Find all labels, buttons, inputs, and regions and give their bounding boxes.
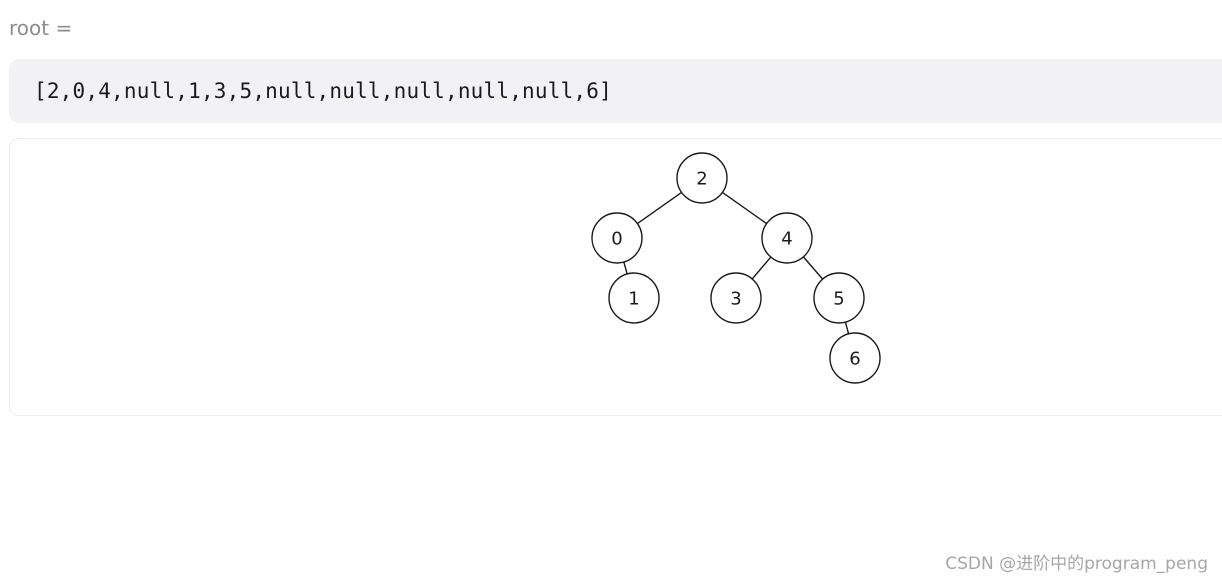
tree-node-label: 1 (628, 289, 639, 310)
tree-node-6: 6 (829, 332, 881, 384)
tree-node-label: 3 (730, 289, 741, 310)
tree-node-2: 2 (676, 152, 728, 204)
tree-node-label: 0 (611, 229, 622, 250)
binary-tree-diagram: 2 0 4 1 3 5 6 (591, 152, 881, 384)
input-array-text: [2,0,4,null,1,3,5,null,null,null,null,nu… (34, 79, 612, 103)
tree-nodes: 2 0 4 1 3 5 6 (591, 152, 881, 384)
tree-node-label: 2 (696, 169, 707, 190)
tree-node-label: 6 (849, 349, 860, 370)
tree-node-0: 0 (591, 212, 643, 264)
tree-node-label: 4 (781, 229, 792, 250)
tree-edge-0-1 (623, 261, 628, 275)
tree-edge-2-0 (637, 191, 682, 225)
root-label: root = (9, 16, 73, 40)
watermark-text: CSDN @进阶中的program_peng (945, 554, 1208, 574)
tree-edge-5-6 (844, 321, 850, 335)
tree-edge-4-3 (751, 256, 772, 280)
tree-node-1: 1 (608, 272, 660, 324)
tree-node-label: 5 (833, 289, 844, 310)
tree-node-4: 4 (761, 212, 813, 264)
tree-node-3: 3 (710, 272, 762, 324)
input-array-box: [2,0,4,null,1,3,5,null,null,null,null,nu… (9, 59, 1222, 123)
tree-visualization-panel: 2 0 4 1 3 5 6 (9, 138, 1222, 416)
tree-edge-4-5 (802, 256, 824, 280)
tree-node-5: 5 (813, 272, 865, 324)
tree-edge-2-4 (722, 191, 767, 225)
